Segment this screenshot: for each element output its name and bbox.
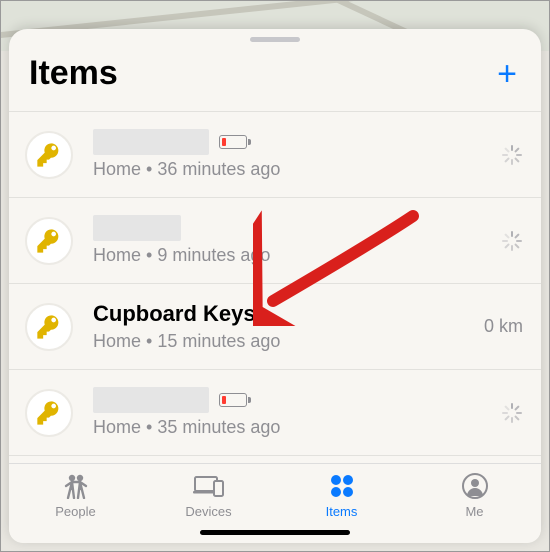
item-status	[471, 230, 523, 252]
home-indicator[interactable]	[200, 530, 350, 535]
tab-bar: People Devices Items	[9, 463, 541, 543]
devices-icon	[192, 472, 226, 500]
item-subtitle: Home • 35 minutes ago	[93, 417, 471, 438]
page-title: Items	[29, 54, 118, 93]
tab-devices[interactable]: Devices	[142, 472, 275, 519]
tab-label: Items	[326, 504, 358, 519]
tab-people[interactable]: People	[9, 472, 142, 519]
tab-label: People	[55, 504, 95, 519]
item-main: Home • 36 minutes ago	[93, 129, 471, 180]
list-item[interactable]: Home • 35 minutes ago	[9, 370, 541, 456]
item-title-redacted	[93, 129, 209, 155]
item-main: Home • 35 minutes ago	[93, 387, 471, 438]
list-item[interactable]: Home • 36 minutes ago	[9, 112, 541, 198]
item-main: Home • 9 minutes ago	[93, 215, 471, 266]
me-icon	[462, 472, 488, 500]
items-icon	[329, 472, 355, 500]
sheet-grabber[interactable]	[250, 37, 300, 42]
add-item-button[interactable]: +	[493, 60, 521, 88]
item-subtitle: Home • 15 minutes ago	[93, 331, 471, 352]
tab-me[interactable]: Me	[408, 472, 541, 519]
loading-spinner-icon	[501, 402, 523, 424]
item-title-redacted	[93, 387, 209, 413]
key-icon	[25, 389, 73, 437]
loading-spinner-icon	[501, 230, 523, 252]
tab-label: Devices	[185, 504, 231, 519]
low-battery-icon	[219, 393, 251, 407]
item-status	[471, 402, 523, 424]
item-subtitle: Home • 9 minutes ago	[93, 245, 471, 266]
tab-label: Me	[465, 504, 483, 519]
item-subtitle: Home • 36 minutes ago	[93, 159, 471, 180]
item-distance: 0 km	[471, 316, 523, 337]
list-item[interactable]: Cupboard Keys Home • 15 minutes ago 0 km	[9, 284, 541, 370]
tab-items[interactable]: Items	[275, 472, 408, 519]
people-icon	[61, 472, 91, 500]
items-list: Home • 36 minutes ago Home • 9 minutes a…	[9, 111, 541, 463]
sheet-header: Items +	[9, 48, 541, 111]
loading-spinner-icon	[501, 144, 523, 166]
key-icon	[25, 217, 73, 265]
list-item[interactable]: Home • 9 minutes ago	[9, 198, 541, 284]
item-title-redacted	[93, 215, 181, 241]
item-status	[471, 144, 523, 166]
low-battery-icon	[219, 135, 251, 149]
item-title: Cupboard Keys	[93, 301, 256, 327]
items-sheet: Items + Home • 36 minutes ago	[9, 29, 541, 543]
key-icon	[25, 303, 73, 351]
key-icon	[25, 131, 73, 179]
item-main: Cupboard Keys Home • 15 minutes ago	[93, 301, 471, 352]
